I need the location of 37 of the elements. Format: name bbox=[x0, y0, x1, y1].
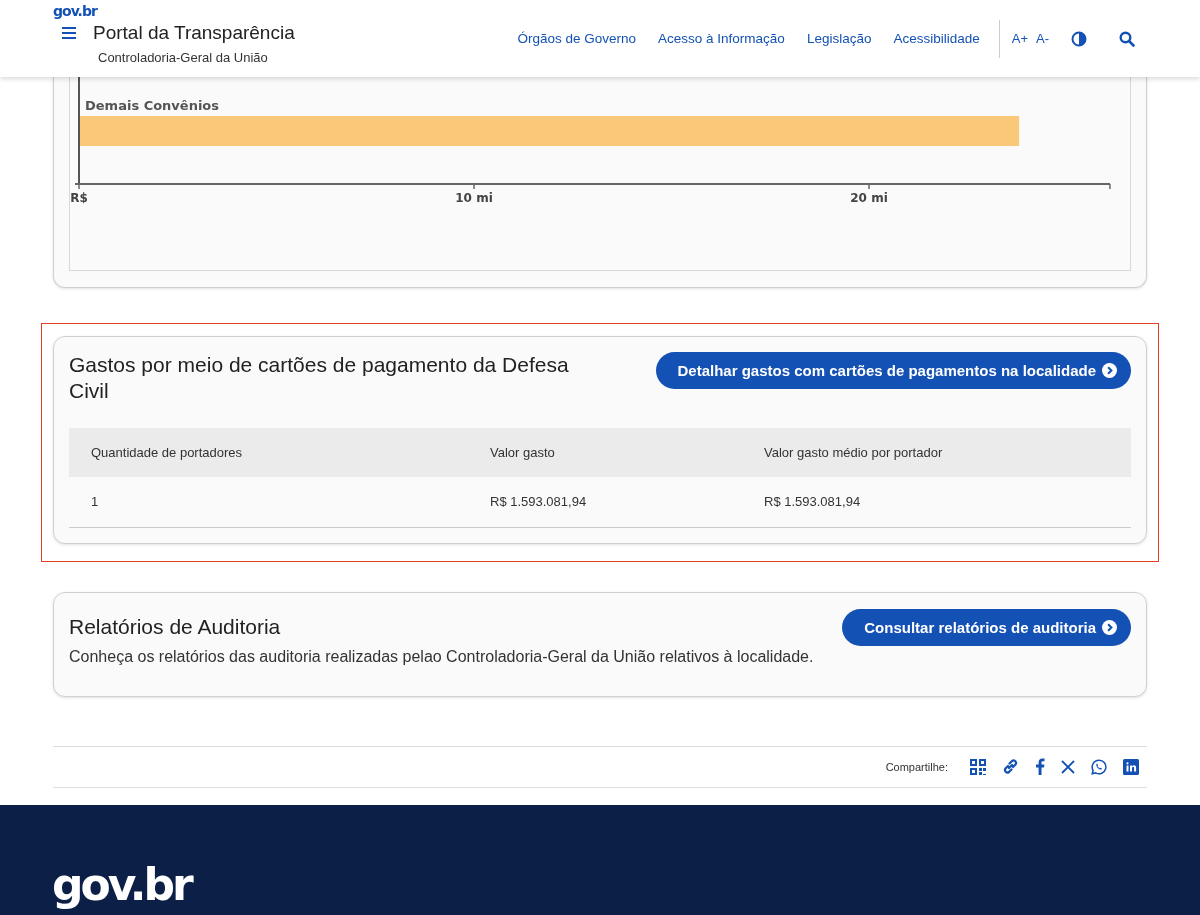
search-icon[interactable] bbox=[1119, 30, 1135, 47]
category-label: Demais Convênios bbox=[85, 98, 220, 113]
contrast-icon[interactable] bbox=[1071, 30, 1087, 47]
nav-link[interactable]: Acesso à Informação bbox=[658, 31, 785, 46]
gov-logo[interactable]: gov.br bbox=[53, 3, 97, 19]
tick-label: 10 mi bbox=[455, 191, 493, 205]
chevron-circle-icon bbox=[1102, 619, 1117, 635]
column-header: Valor gasto médio por portador bbox=[742, 427, 1131, 477]
font-decrease-button[interactable]: A- bbox=[1036, 31, 1049, 46]
section-title: Relatórios de Auditoria bbox=[69, 613, 282, 640]
table-cell: R$ 1.593.081,94 bbox=[742, 476, 1131, 527]
nav-link[interactable]: Legislação bbox=[806, 31, 872, 46]
share-label: Compartilhe: bbox=[885, 760, 948, 773]
linkedin-icon[interactable] bbox=[1123, 758, 1139, 775]
table-cell: 1 bbox=[69, 476, 468, 527]
font-increase-button[interactable]: A+ bbox=[1011, 31, 1028, 46]
audit-description: Conheça os relatórios das auditoria realizadas pelao Controladoria-Geral da União relativos à localidade. bbox=[69, 647, 815, 666]
x-logo-icon[interactable] bbox=[1061, 759, 1075, 774]
column-header: Valor gasto bbox=[468, 427, 742, 477]
chevron-circle-icon bbox=[1102, 363, 1117, 378]
whatsapp-icon[interactable] bbox=[1091, 758, 1107, 775]
column-header: Quantidade de portadores bbox=[69, 427, 468, 477]
section-title: Gastos por meio de cartões de pagamento da Defesa Civil bbox=[69, 352, 570, 405]
portal-title[interactable]: Portal da Transparência bbox=[93, 22, 295, 44]
nav-link[interactable]: Órgãos de Governo bbox=[517, 31, 637, 46]
gov-logo[interactable]: gov.br bbox=[52, 863, 191, 907]
facebook-icon[interactable] bbox=[1035, 758, 1045, 775]
menu-icon[interactable] bbox=[62, 27, 76, 39]
tick-label: 20 mi bbox=[850, 191, 888, 205]
nav-link[interactable]: Acessibilidade bbox=[893, 31, 980, 46]
link-icon[interactable] bbox=[1002, 758, 1019, 775]
qr-code-icon[interactable] bbox=[970, 758, 986, 775]
details-button[interactable]: Detalhar gastos com cartões de pagamentos na localidade bbox=[655, 352, 1131, 389]
audit-reports-button[interactable]: Consultar relatórios de auditoria bbox=[842, 608, 1131, 646]
portal-subtitle: Controladoria-Geral da União bbox=[98, 50, 269, 65]
table-cell: R$ 1.593.081,94 bbox=[468, 476, 742, 527]
tick-label: R$ bbox=[70, 191, 88, 205]
